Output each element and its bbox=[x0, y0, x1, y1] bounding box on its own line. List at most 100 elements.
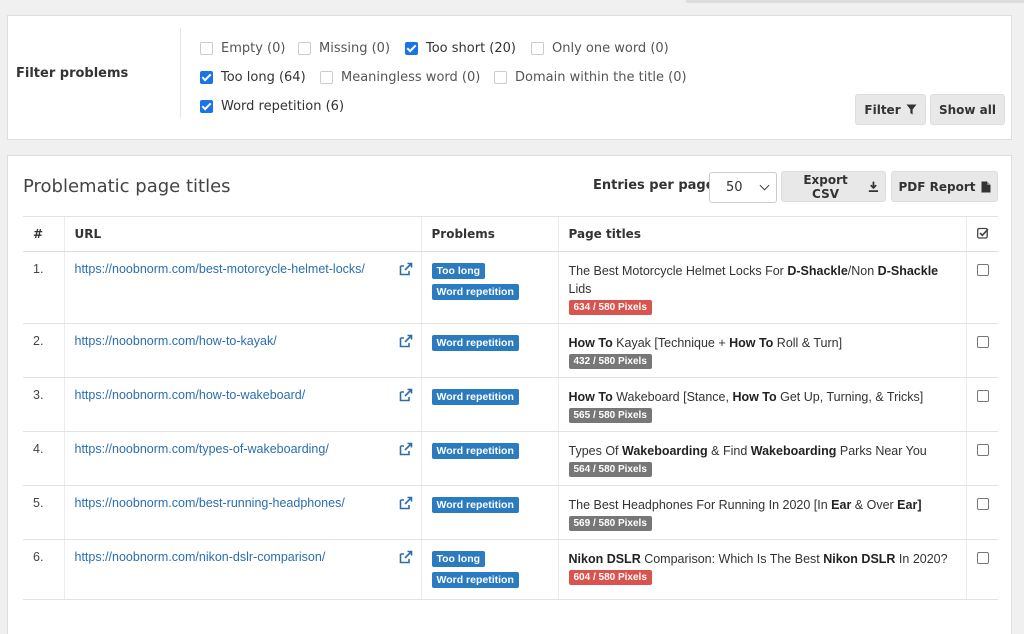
select-cell bbox=[965, 323, 998, 378]
repeated-word: How To bbox=[732, 390, 777, 404]
filter-option-label: Meaningless word (0) bbox=[341, 70, 481, 85]
checkbox[interactable] bbox=[494, 71, 507, 84]
checkbox[interactable] bbox=[320, 71, 333, 84]
row-checkbox[interactable] bbox=[976, 552, 989, 564]
select-cell bbox=[965, 539, 998, 600]
title-segment: Comparison: Which Is The Best bbox=[640, 552, 824, 566]
filter-option-meaningless-word[interactable]: Meaningless word (0) bbox=[320, 70, 480, 85]
external-link-icon[interactable] bbox=[399, 442, 413, 456]
checkbox[interactable] bbox=[405, 42, 418, 55]
pdf-report-label: PDF Report bbox=[898, 179, 976, 194]
filter-option-too-short[interactable]: Too short (20) bbox=[405, 41, 516, 56]
filter-option-missing[interactable]: Missing (0) bbox=[298, 41, 390, 56]
entries-per-page-select[interactable]: 50 bbox=[709, 172, 777, 203]
check-square-icon[interactable] bbox=[976, 227, 989, 239]
url-link[interactable]: https://noobnorm.com/nikon-dslr-comparis… bbox=[75, 549, 326, 564]
row-checkbox[interactable] bbox=[976, 498, 989, 510]
title-segment: & Find bbox=[707, 444, 751, 458]
page-title-cell: The Best Headphones For Running In 2020 … bbox=[557, 485, 966, 540]
row-number: 3. bbox=[23, 377, 64, 432]
column-header-select[interactable] bbox=[965, 216, 998, 252]
url-link[interactable]: https://noobnorm.com/how-to-wakeboard/ bbox=[75, 387, 306, 402]
problem-badge: Word repetition bbox=[431, 443, 519, 459]
page-title-text: The Best Motorcycle Helmet Locks For D-S… bbox=[569, 261, 956, 298]
repeated-word: D-Shackle bbox=[877, 264, 939, 278]
select-cell bbox=[965, 431, 998, 486]
repeated-word: Wakeboarding bbox=[750, 444, 837, 458]
page-title-cell: The Best Motorcycle Helmet Locks For D-S… bbox=[557, 251, 966, 324]
row-checkbox[interactable] bbox=[976, 264, 989, 276]
url-cell: https://noobnorm.com/how-to-kayak/ bbox=[63, 323, 421, 378]
filter-option-only-one-word[interactable]: Only one word (0) bbox=[531, 41, 669, 56]
filter-option-domain-within-title[interactable]: Domain within the title (0) bbox=[494, 70, 687, 85]
external-link-icon[interactable] bbox=[399, 388, 413, 402]
filter-option-too-long[interactable]: Too long (64) bbox=[200, 70, 306, 85]
table-header-row: # URL Problems Page titles bbox=[23, 216, 998, 252]
filter-divider bbox=[180, 28, 181, 118]
external-link-icon[interactable] bbox=[399, 496, 413, 510]
pixel-width-badge: 432 / 580 Pixels bbox=[568, 354, 652, 369]
checkbox[interactable] bbox=[298, 42, 311, 55]
problem-badge: Word repetition bbox=[431, 335, 519, 351]
external-link-icon[interactable] bbox=[399, 550, 413, 564]
title-segment: & Over bbox=[851, 498, 898, 512]
problem-badge: Too long bbox=[431, 263, 486, 279]
checkbox[interactable] bbox=[200, 71, 213, 84]
problems-cell: Word repetition bbox=[420, 323, 558, 378]
filter-option-empty[interactable]: Empty (0) bbox=[200, 41, 285, 56]
page-title-text: How To Kayak [Technique + How To Roll & … bbox=[569, 333, 956, 352]
column-header-problems: Problems bbox=[420, 216, 558, 252]
export-csv-button[interactable]: Export CSV bbox=[781, 171, 886, 202]
checkbox[interactable] bbox=[531, 42, 544, 55]
filter-title: Filter problems bbox=[16, 66, 129, 81]
show-all-button[interactable]: Show all bbox=[930, 94, 1005, 125]
checkbox[interactable] bbox=[200, 100, 213, 113]
problem-badge: Word repetition bbox=[431, 284, 519, 300]
select-cell bbox=[965, 251, 998, 324]
filter-option-label: Empty (0) bbox=[221, 41, 286, 56]
repeated-word: Nikon DSLR bbox=[568, 552, 641, 566]
page-title-text: The Best Headphones For Running In 2020 … bbox=[569, 495, 956, 514]
row-checkbox[interactable] bbox=[976, 336, 989, 348]
pdf-report-button[interactable]: PDF Report bbox=[891, 171, 998, 202]
table-row: 3. https://noobnorm.com/how-to-wakeboard/… bbox=[23, 377, 998, 432]
repeated-word: Nikon DSLR bbox=[823, 552, 896, 566]
page-title-text: Types Of Wakeboarding & Find Wakeboardin… bbox=[569, 441, 956, 460]
url-link[interactable]: https://noobnorm.com/best-motorcycle-hel… bbox=[75, 261, 365, 276]
page-title-text: Nikon DSLR Comparison: Which Is The Best… bbox=[569, 549, 956, 568]
row-number: 1. bbox=[23, 251, 64, 324]
row-checkbox[interactable] bbox=[976, 444, 989, 456]
url-link[interactable]: https://noobnorm.com/best-running-headph… bbox=[75, 495, 345, 510]
external-link-icon[interactable] bbox=[399, 334, 413, 348]
table-row: 6. https://noobnorm.com/nikon-dslr-compar… bbox=[23, 539, 998, 600]
title-segment: In 2020? bbox=[895, 552, 948, 566]
export-csv-label: Export CSV bbox=[803, 172, 848, 201]
results-title: Problematic page titles bbox=[23, 176, 231, 197]
problems-cell: Too long Word repetition bbox=[420, 539, 558, 600]
url-link[interactable]: https://noobnorm.com/types-of-wakeboardi… bbox=[75, 441, 329, 456]
pixel-width-badge: 565 / 580 Pixels bbox=[568, 408, 652, 423]
file-icon bbox=[981, 181, 990, 192]
page-title-cell: Types Of Wakeboarding & Find Wakeboardin… bbox=[557, 431, 966, 486]
filter-option-word-repetition[interactable]: Word repetition (6) bbox=[200, 99, 344, 114]
url-link[interactable]: https://noobnorm.com/how-to-kayak/ bbox=[75, 333, 277, 348]
title-segment: Kayak [Technique + bbox=[612, 336, 730, 350]
page-title-cell: Nikon DSLR Comparison: Which Is The Best… bbox=[557, 539, 966, 600]
table-row: 2. https://noobnorm.com/how-to-kayak/Word… bbox=[23, 323, 998, 378]
pixel-width-badge: 634 / 580 Pixels bbox=[568, 300, 652, 315]
filter-button[interactable]: Filter bbox=[855, 94, 926, 125]
url-cell: https://noobnorm.com/best-running-headph… bbox=[63, 485, 421, 540]
top-bar-stub bbox=[686, 0, 1024, 3]
row-checkbox[interactable] bbox=[976, 390, 989, 402]
title-segment: Types Of bbox=[568, 444, 622, 458]
problem-badge: Too long bbox=[431, 551, 486, 567]
filter-option-label: Domain within the title (0) bbox=[515, 70, 687, 85]
url-cell: https://noobnorm.com/how-to-wakeboard/ bbox=[63, 377, 421, 432]
select-cell bbox=[965, 377, 998, 432]
repeated-word: How To bbox=[729, 336, 774, 350]
external-link-icon[interactable] bbox=[399, 262, 413, 276]
checkbox[interactable] bbox=[200, 42, 213, 55]
download-icon bbox=[868, 181, 879, 192]
title-segment: The Best Motorcycle Helmet Locks For bbox=[568, 264, 788, 278]
title-segment: Roll & Turn] bbox=[773, 336, 843, 350]
